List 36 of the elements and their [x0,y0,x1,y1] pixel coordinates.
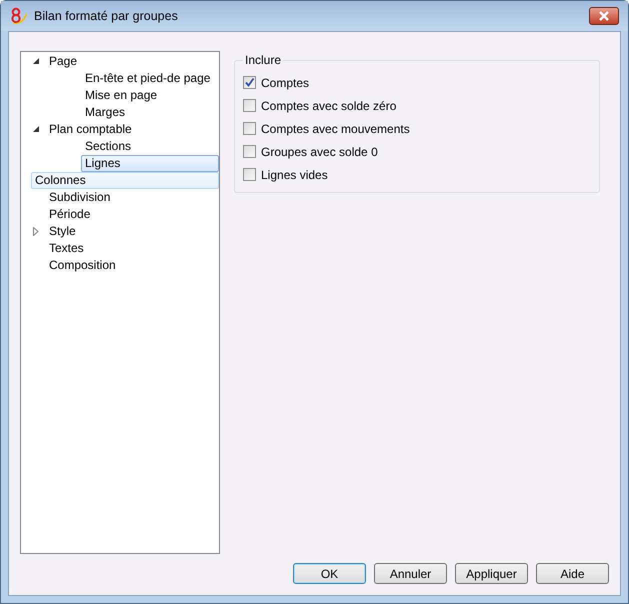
tree-item[interactable]: En-tête et pied-de page [81,70,214,87]
checkbox[interactable] [243,122,256,135]
dialog-button[interactable]: OK [293,563,366,584]
checkbox-label: Comptes avec solde zéro [261,98,396,112]
tree-item[interactable]: Marges [81,104,130,121]
checkbox-label: Groupes avec solde 0 [261,144,378,158]
dialog-button[interactable]: Appliquer [455,563,528,584]
dialog-button[interactable]: Aide [536,563,609,584]
checkbox[interactable] [243,168,256,181]
tree-item[interactable]: Lignes [81,155,219,172]
window-title: Bilan formaté par groupes [34,9,178,23]
expand-arrow-icon[interactable] [33,227,39,236]
dialog-button[interactable]: Annuler [374,563,447,584]
checkbox[interactable] [243,99,256,112]
tree-item[interactable]: Plan comptable [45,121,136,138]
checkbox-label: Lignes vides [261,168,328,182]
close-button[interactable] [589,7,619,25]
checkbox[interactable] [243,145,256,158]
collapse-arrow-icon[interactable] [32,126,40,133]
tree-item[interactable]: Page [45,53,82,70]
close-icon [598,11,610,21]
tree-item[interactable]: Sections [81,138,136,155]
checkbox-label: Comptes avec mouvements [261,122,410,136]
checkmark-icon [244,77,255,88]
collapse-arrow-icon[interactable] [32,58,40,65]
tree-item[interactable]: Subdivision [45,189,114,206]
tree-item[interactable]: Mise en page [81,87,162,104]
tree-item[interactable]: Style [45,223,80,240]
tree-item[interactable]: Textes [45,240,88,257]
checkbox[interactable] [243,76,256,89]
group-title: Inclure [244,53,282,67]
tree-item[interactable]: Colonnes [31,172,219,189]
tree-item[interactable]: Composition [45,257,120,274]
checkbox-label: Comptes [261,76,310,90]
app-logo-icon [10,7,28,25]
tree-item[interactable]: Période [45,206,94,223]
